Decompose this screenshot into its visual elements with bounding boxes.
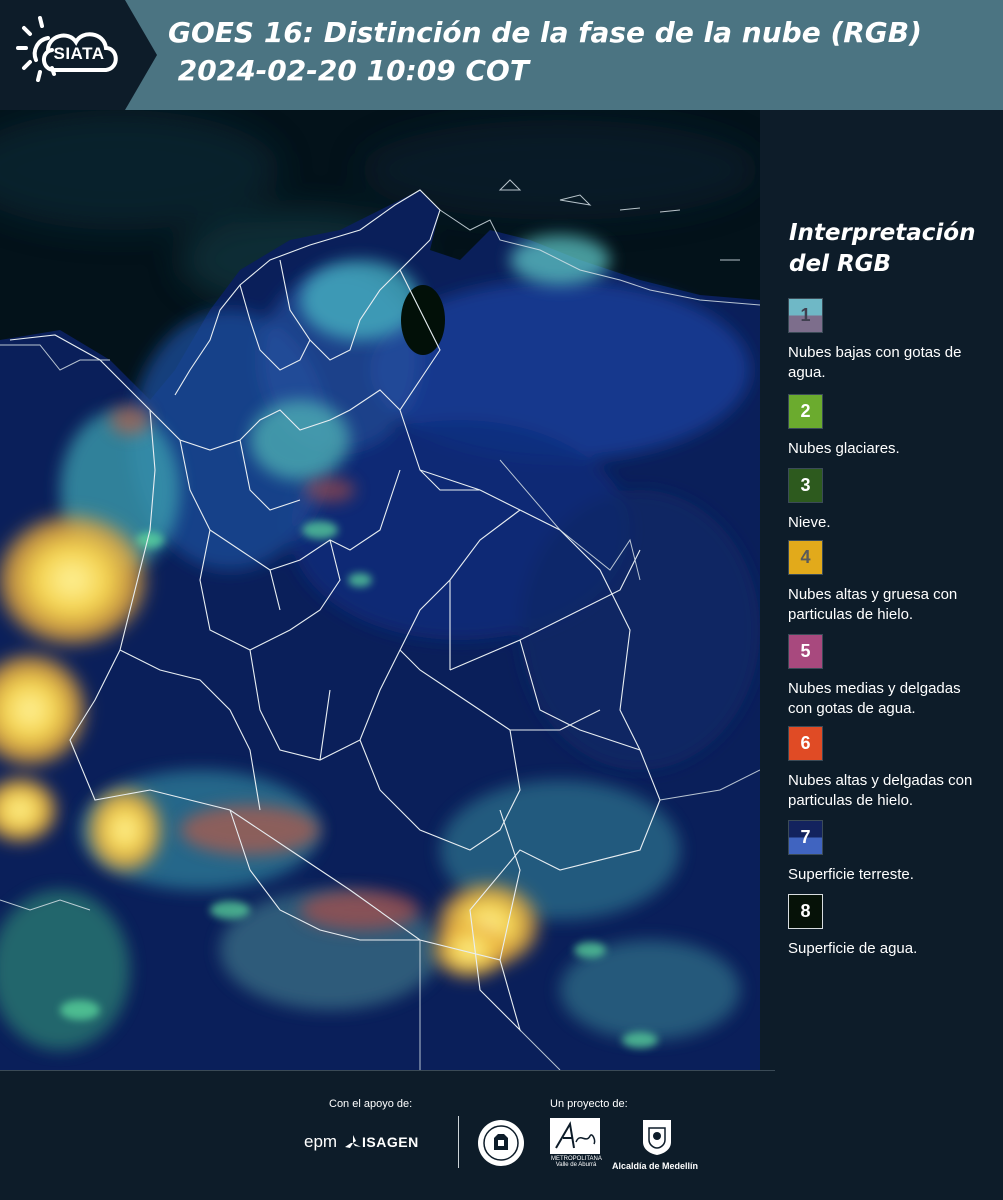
antioquia-seal-icon [478, 1120, 524, 1166]
legend-label-6: Nubes altas y delgadas con particulas de… [788, 772, 973, 809]
legend-item-5: 5 Nubes medias y delgadas con gotas de a… [788, 634, 1003, 719]
legend-item-1: 1 Nubes bajas con gotas de agua. [788, 298, 1003, 383]
legend-item-4: 4 Nubes altas y gruesa con particulas de… [788, 540, 1003, 625]
legend-number-8: 8 [800, 901, 811, 921]
legend-number-5: 5 [800, 641, 811, 661]
area-metropolitana-logo-icon [550, 1118, 600, 1154]
legend-label-7: Superficie terreste. [788, 866, 914, 883]
legend-label-2: Nubes glaciares. [788, 440, 900, 457]
epm-logo: epm [304, 1132, 338, 1151]
legend-swatch-6: 6 [788, 726, 823, 761]
legend-number-4: 4 [800, 547, 811, 567]
legend-number-2: 2 [800, 401, 811, 421]
legend-swatch-1: 1 [788, 298, 823, 333]
legend-swatch-8: 8 [788, 894, 823, 929]
support-label: Con el apoyo de: [329, 1098, 413, 1110]
medellin-coat-of-arms-icon [643, 1120, 671, 1155]
legend-title: Interpretación del RGB [789, 220, 976, 277]
legend-label-1: Nubes bajas con gotas de agua. [788, 344, 962, 381]
page-title: GOES 16: Distinción de la fase de la nub… [168, 14, 922, 90]
footer: Con el apoyo de: Un proyecto de: epm ISA… [0, 1070, 1003, 1200]
legend-swatch-5: 5 [788, 634, 823, 669]
title-line-1: GOES 16: Distinción de la fase de la nub… [168, 16, 922, 49]
legend-label-4: Nubes altas y gruesa con particulas de h… [788, 586, 958, 623]
alcaldia-medellin-text: Alcaldía de Medellín [612, 1161, 699, 1171]
satellite-map[interactable] [0, 110, 760, 1070]
legend-item-6: 6 Nubes altas y delgadas con particulas … [788, 726, 1003, 811]
legend-item-2: 2 Nubes glaciares. [788, 394, 1003, 459]
legend-swatch-4: 4 [788, 540, 823, 575]
legend-swatch-2: 2 [788, 394, 823, 429]
isagen-mark-icon [345, 1135, 361, 1148]
logo-arrow-shape [125, 0, 157, 110]
legend-label-3: Nieve. [788, 514, 831, 531]
legend-number-6: 6 [800, 733, 811, 753]
legend-swatch-3: 3 [788, 468, 823, 503]
maracaibo-lake [401, 285, 445, 355]
legend-label-8: Superficie de agua. [788, 940, 918, 957]
satellite-image [0, 110, 760, 1070]
legend-number-3: 3 [800, 475, 811, 495]
legend-swatch-7: 7 [788, 820, 823, 855]
area-metropolitana-text: METROPOLITANA Valle de Aburrá [551, 1156, 602, 1168]
legend-item-8: 8 Superficie de agua. [788, 894, 1003, 959]
legend-item-7: 7 Superficie terreste. [788, 820, 1003, 885]
legend-number-7: 7 [800, 827, 811, 847]
isagen-logo: ISAGEN [362, 1134, 419, 1150]
legend-panel: Interpretación del RGB 1 Nubes bajas con… [760, 110, 1003, 1070]
project-label: Un proyecto de: [550, 1098, 628, 1110]
legend-number-1: 1 [800, 305, 811, 325]
footer-vertical-divider [458, 1116, 459, 1168]
footer-divider-line [0, 1070, 775, 1071]
legend-item-3: 3 Nieve. [788, 468, 1003, 533]
siata-logo-text: SIATA [53, 44, 105, 63]
header-bar: SIATA GOES 16: Distinción de la fase de … [0, 0, 1003, 110]
legend-label-5: Nubes medias y delgadas con gotas de agu… [788, 680, 961, 717]
title-line-2: 2024-02-20 10:09 COT [168, 54, 529, 87]
